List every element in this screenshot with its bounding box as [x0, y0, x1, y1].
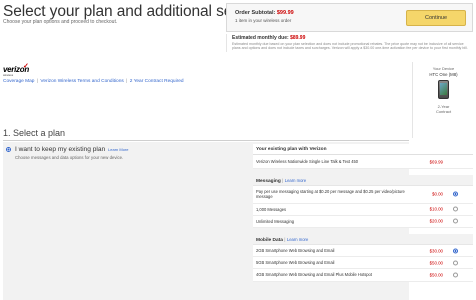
- monthly-due-value: $89.99: [290, 35, 306, 41]
- messaging-option-radio[interactable]: [453, 191, 458, 197]
- monthly-due: Estimated monthly due: $89.99: [232, 35, 305, 41]
- terms-link[interactable]: Verizon Wireless Terms and Conditions: [40, 79, 123, 84]
- mobile-data-option-label: 2GB Smartphone Web Browsing and Email: [256, 248, 335, 254]
- mobile-data-option-radio[interactable]: [453, 248, 458, 254]
- page-subtitle: Choose your plan options and proceed to …: [3, 19, 118, 25]
- messaging-learn-more-link[interactable]: Learn more: [285, 178, 306, 183]
- messaging-option-price: $10.00: [429, 206, 443, 212]
- messaging-option-label: Pay per use messaging starting at $0.20 …: [256, 189, 405, 200]
- section-title: 1. Select a plan: [3, 128, 66, 138]
- messaging-option-label: Unlimited Messaging: [256, 218, 294, 224]
- mobile-data-option-radio[interactable]: [453, 260, 458, 266]
- mobile-data-section-header: Mobile Data | Learn more: [253, 234, 473, 246]
- mobile-data-option-label: 5GB Smartphone Web Browsing and Email: [256, 260, 335, 266]
- mobile-data-option[interactable]: 4GB Smartphone Web Browsing and Email Pl…: [253, 269, 473, 282]
- keep-plan-text: I want to keep my existing plan: [15, 146, 106, 153]
- separator: |: [282, 179, 284, 185]
- messaging-option[interactable]: Pay per use messaging starting at $0.20 …: [253, 186, 473, 204]
- device-term-line2: Contract: [435, 109, 452, 114]
- messaging-option-radio[interactable]: [453, 206, 458, 212]
- info-links: Coverage Map | Verizon Wireless Terms an…: [3, 79, 184, 84]
- coverage-map-link[interactable]: Coverage Map: [3, 79, 34, 84]
- messaging-option-price: $20.00: [429, 218, 443, 224]
- mobile-data-option[interactable]: 5GB Smartphone Web Browsing and Email $5…: [253, 257, 473, 270]
- order-summary: Order Subtotal: $99.99 1 item in your wi…: [226, 3, 473, 32]
- monthly-estimate: Estimated monthly due: $89.99 Estimated …: [226, 34, 473, 52]
- phone-icon: [438, 80, 449, 99]
- mobile-data-learn-more-link[interactable]: Learn more: [287, 237, 308, 242]
- mobile-data-title: Mobile Data: [256, 238, 283, 244]
- monthly-due-label: Estimated monthly due:: [232, 35, 289, 41]
- monthly-disclaimer: Estimated monthly due based on your plan…: [232, 42, 468, 51]
- contract-link[interactable]: 2 Year Contract Required: [130, 79, 184, 84]
- keep-plan-learn-more-link[interactable]: Learn More: [108, 147, 128, 152]
- plan-options-panel: Your existing plan with Verizon Verizon …: [253, 144, 473, 282]
- separator: |: [284, 238, 286, 244]
- continue-button[interactable]: Continue: [406, 10, 466, 26]
- current-plan-name: Verizon Wireless Nationwide Single Line …: [256, 159, 359, 164]
- messaging-title: Messaging: [256, 179, 281, 185]
- device-caption: Your Device: [432, 66, 455, 71]
- messaging-option-price: $0.00: [432, 191, 443, 197]
- device-summary: Your Device HTC One (M8) 2-Year Contract: [412, 62, 474, 138]
- order-subtotal-value: $99.99: [276, 10, 294, 16]
- mobile-data-option-label: 4GB Smartphone Web Browsing and Email Pl…: [256, 272, 372, 278]
- section-divider: [3, 140, 409, 141]
- mobile-data-option[interactable]: 2GB Smartphone Web Browsing and Email $3…: [253, 245, 473, 258]
- current-plan-row: Verizon Wireless Nationwide Single Line …: [253, 155, 473, 170]
- mobile-data-option-price: $30.00: [429, 248, 443, 254]
- keep-plan-description: Choose messages and data options for you…: [15, 155, 124, 160]
- current-plan-price: $69.99: [429, 158, 443, 164]
- keep-plan-radio[interactable]: [6, 147, 11, 152]
- mobile-data-option-price: $50.00: [429, 260, 443, 266]
- messaging-option[interactable]: 1,000 Messages $10.00: [253, 203, 473, 216]
- keep-plan-label: I want to keep my existing plan Learn Mo…: [15, 146, 128, 153]
- order-items-note: 1 item in your wireless order: [235, 18, 292, 23]
- device-term: 2-Year Contract: [413, 104, 474, 114]
- existing-plan-header: Your existing plan with Verizon: [253, 144, 473, 155]
- logo-subtext: wireless: [3, 73, 14, 77]
- link-separator: |: [36, 79, 39, 84]
- verizon-logo: ✓ verizon wireless: [3, 62, 33, 77]
- device-name: HTC One (M8): [429, 72, 458, 77]
- link-separator: |: [126, 79, 128, 84]
- messaging-option[interactable]: Unlimited Messaging $20.00: [253, 215, 473, 229]
- messaging-section-header: Messaging | Learn more: [253, 175, 473, 187]
- messaging-option-label: 1,000 Messages: [256, 206, 287, 212]
- order-subtotal-label: Order Subtotal:: [235, 10, 276, 16]
- messaging-option-radio[interactable]: [453, 218, 458, 224]
- order-subtotal: Order Subtotal: $99.99: [235, 10, 294, 16]
- mobile-data-option-price: $50.00: [429, 272, 443, 278]
- mobile-data-option-radio[interactable]: [453, 272, 458, 278]
